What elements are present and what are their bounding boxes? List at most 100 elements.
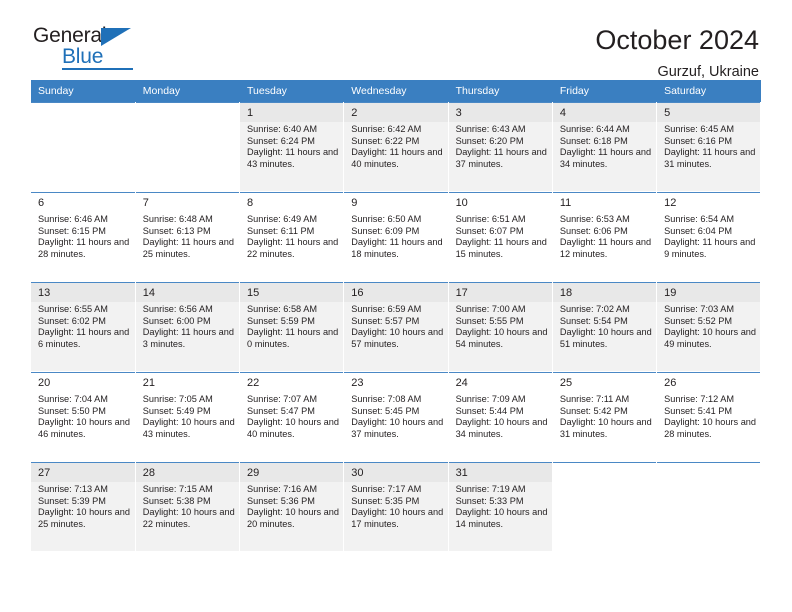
day-number: 6 [38,197,45,209]
calendar-day-cell[interactable]: 28 Sunrise: 7:15 AM Sunset: 5:38 PM Dayl… [135,461,241,552]
sunset-text: Sunset: 5:33 PM [455,495,524,506]
daylight-text: Daylight: 11 hours and 12 minutes. [559,237,652,259]
day-details: Sunrise: 7:11 AM Sunset: 5:42 PM Dayligh… [553,392,656,440]
sunset-text: Sunset: 6:20 PM [455,135,524,146]
daylight-text: Daylight: 10 hours and 25 minutes. [38,507,130,529]
day-number: 7 [142,197,149,209]
day-number: 27 [31,463,135,482]
calendar-day-cell[interactable]: 9 Sunrise: 6:50 AM Sunset: 6:09 PM Dayli… [343,191,449,282]
calendar-week-row: 20 Sunrise: 7:04 AM Sunset: 5:50 PM Dayl… [31,371,762,462]
day-number: 19 [657,283,761,302]
calendar-day-cell[interactable]: 26 Sunrise: 7:12 AM Sunset: 5:41 PM Dayl… [656,371,762,462]
calendar-day-cell[interactable]: 31 Sunrise: 7:19 AM Sunset: 5:33 PM Dayl… [448,461,553,552]
calendar-day-cell[interactable]: 7 Sunrise: 6:48 AM Sunset: 6:13 PM Dayli… [135,191,241,282]
day-number: 5 [657,103,761,122]
calendar-body: 1 Sunrise: 6:40 AM Sunset: 6:24 PM Dayli… [31,102,762,552]
sunrise-text: Sunrise: 6:59 AM [351,304,422,314]
calendar-day-cell[interactable]: 29 Sunrise: 7:16 AM Sunset: 5:36 PM Dayl… [239,461,345,552]
calendar-day-cell[interactable]: 14 Sunrise: 6:56 AM Sunset: 6:00 PM Dayl… [135,281,241,372]
day-details: Sunrise: 7:00 AM Sunset: 5:55 PM Dayligh… [449,302,552,350]
calendar-day-cell[interactable]: 6 Sunrise: 6:46 AM Sunset: 6:15 PM Dayli… [31,191,136,282]
sunset-text: Sunset: 6:24 PM [247,135,315,146]
day-details: Sunrise: 6:51 AM Sunset: 6:07 PM Dayligh… [449,212,552,260]
page-header: General Blue October 2024 Gurzuf, Ukrain… [31,0,761,80]
generalblue-logo: General Blue [33,24,153,72]
calendar-day-cell[interactable]: 22 Sunrise: 7:07 AM Sunset: 5:47 PM Dayl… [239,371,345,462]
calendar-day-cell[interactable]: 19 Sunrise: 7:03 AM Sunset: 5:52 PM Dayl… [656,281,762,372]
sunset-text: Sunset: 5:42 PM [559,405,628,416]
sunrise-text: Sunrise: 7:07 AM [247,394,317,404]
calendar-day-cell[interactable]: 25 Sunrise: 7:11 AM Sunset: 5:42 PM Dayl… [552,371,658,462]
daylight-text: Daylight: 11 hours and 34 minutes. [559,147,652,169]
day-details: Sunrise: 7:02 AM Sunset: 5:54 PM Dayligh… [553,302,656,350]
calendar-day-cell [135,102,241,192]
day-details: Sunrise: 6:42 AM Sunset: 6:22 PM Dayligh… [344,122,447,170]
calendar-day-cell [552,461,658,552]
sunrise-text: Sunrise: 6:43 AM [455,124,526,134]
calendar-week-row: 1 Sunrise: 6:40 AM Sunset: 6:24 PM Dayli… [31,102,762,192]
calendar-day-cell[interactable]: 5 Sunrise: 6:45 AM Sunset: 6:16 PM Dayli… [656,102,762,192]
sunset-text: Sunset: 5:47 PM [247,405,315,416]
sunset-text: Sunset: 5:38 PM [142,495,211,506]
calendar-day-cell[interactable]: 11 Sunrise: 6:53 AM Sunset: 6:06 PM Dayl… [552,191,658,282]
sunset-text: Sunset: 6:02 PM [38,315,106,326]
calendar-day-cell[interactable]: 3 Sunrise: 6:43 AM Sunset: 6:20 PM Dayli… [448,102,553,192]
sunrise-text: Sunrise: 7:13 AM [38,484,108,494]
day-details: Sunrise: 7:19 AM Sunset: 5:33 PM Dayligh… [449,482,552,530]
day-details: Sunrise: 6:44 AM Sunset: 6:18 PM Dayligh… [553,122,656,170]
sunrise-text: Sunrise: 7:15 AM [142,484,213,494]
daylight-text: Daylight: 10 hours and 20 minutes. [247,507,339,529]
day-number: 24 [455,377,468,389]
calendar-day-cell[interactable]: 17 Sunrise: 7:00 AM Sunset: 5:55 PM Dayl… [448,281,553,372]
day-number: 9 [351,197,358,209]
daylight-text: Daylight: 10 hours and 43 minutes. [142,417,235,439]
day-header-sunday: Sunday [31,80,136,102]
calendar-day-cell[interactable]: 16 Sunrise: 6:59 AM Sunset: 5:57 PM Dayl… [343,281,449,372]
daylight-text: Daylight: 11 hours and 28 minutes. [38,237,130,259]
sunset-text: Sunset: 5:39 PM [38,495,106,506]
calendar-day-cell[interactable]: 2 Sunrise: 6:42 AM Sunset: 6:22 PM Dayli… [343,102,449,192]
page-subtitle-location: Gurzuf, Ukraine [657,64,759,80]
daylight-text: Daylight: 10 hours and 46 minutes. [38,417,130,439]
day-details: Sunrise: 6:55 AM Sunset: 6:02 PM Dayligh… [31,302,135,350]
calendar-day-cell[interactable]: 20 Sunrise: 7:04 AM Sunset: 5:50 PM Dayl… [31,371,136,462]
day-details: Sunrise: 6:43 AM Sunset: 6:20 PM Dayligh… [449,122,552,170]
sunrise-text: Sunrise: 6:53 AM [559,214,630,224]
day-details: Sunrise: 6:40 AM Sunset: 6:24 PM Dayligh… [240,122,343,170]
logo-triangle-icon [101,28,131,46]
sunset-text: Sunset: 5:54 PM [559,315,628,326]
calendar-day-cell[interactable]: 27 Sunrise: 7:13 AM Sunset: 5:39 PM Dayl… [31,461,136,552]
calendar-day-cell[interactable]: 13 Sunrise: 6:55 AM Sunset: 6:02 PM Dayl… [31,281,136,372]
day-details: Sunrise: 7:13 AM Sunset: 5:39 PM Dayligh… [31,482,135,530]
calendar-day-cell[interactable]: 8 Sunrise: 6:49 AM Sunset: 6:11 PM Dayli… [239,191,345,282]
calendar-day-cell[interactable]: 18 Sunrise: 7:02 AM Sunset: 5:54 PM Dayl… [552,281,658,372]
daylight-text: Daylight: 10 hours and 17 minutes. [351,507,444,529]
calendar-day-cell[interactable]: 1 Sunrise: 6:40 AM Sunset: 6:24 PM Dayli… [239,102,345,192]
day-number: 30 [344,463,448,482]
calendar-day-cell[interactable]: 24 Sunrise: 7:09 AM Sunset: 5:44 PM Dayl… [448,371,553,462]
day-header-wednesday: Wednesday [343,80,449,102]
daylight-text: Daylight: 10 hours and 57 minutes. [351,327,444,349]
calendar-day-cell[interactable]: 15 Sunrise: 6:58 AM Sunset: 5:59 PM Dayl… [239,281,345,372]
calendar-day-cell[interactable]: 23 Sunrise: 7:08 AM Sunset: 5:45 PM Dayl… [343,371,449,462]
calendar-week-row: 13 Sunrise: 6:55 AM Sunset: 6:02 PM Dayl… [31,281,762,372]
day-number: 8 [247,197,254,209]
calendar-day-cell[interactable]: 21 Sunrise: 7:05 AM Sunset: 5:49 PM Dayl… [135,371,241,462]
day-number: 20 [38,377,51,389]
day-details: Sunrise: 6:59 AM Sunset: 5:57 PM Dayligh… [344,302,447,350]
sunset-text: Sunset: 6:09 PM [351,225,420,236]
day-details: Sunrise: 7:07 AM Sunset: 5:47 PM Dayligh… [240,392,343,440]
logo-text-blue: Blue [62,45,104,68]
sunset-text: Sunset: 6:11 PM [247,225,315,236]
day-number: 17 [448,283,552,302]
day-details: Sunrise: 6:50 AM Sunset: 6:09 PM Dayligh… [344,212,447,260]
day-number: 23 [351,377,364,389]
day-details: Sunrise: 7:16 AM Sunset: 5:36 PM Dayligh… [240,482,343,530]
calendar-day-cell[interactable]: 30 Sunrise: 7:17 AM Sunset: 5:35 PM Dayl… [343,461,449,552]
day-of-week-header-row: Sunday Monday Tuesday Wednesday Thursday… [31,80,762,102]
daylight-text: Daylight: 11 hours and 40 minutes. [351,147,443,169]
calendar-day-cell[interactable]: 12 Sunrise: 6:54 AM Sunset: 6:04 PM Dayl… [656,191,762,282]
calendar-day-cell[interactable]: 4 Sunrise: 6:44 AM Sunset: 6:18 PM Dayli… [552,102,658,192]
calendar-day-cell[interactable]: 10 Sunrise: 6:51 AM Sunset: 6:07 PM Dayl… [448,191,553,282]
day-details: Sunrise: 7:08 AM Sunset: 5:45 PM Dayligh… [344,392,447,440]
